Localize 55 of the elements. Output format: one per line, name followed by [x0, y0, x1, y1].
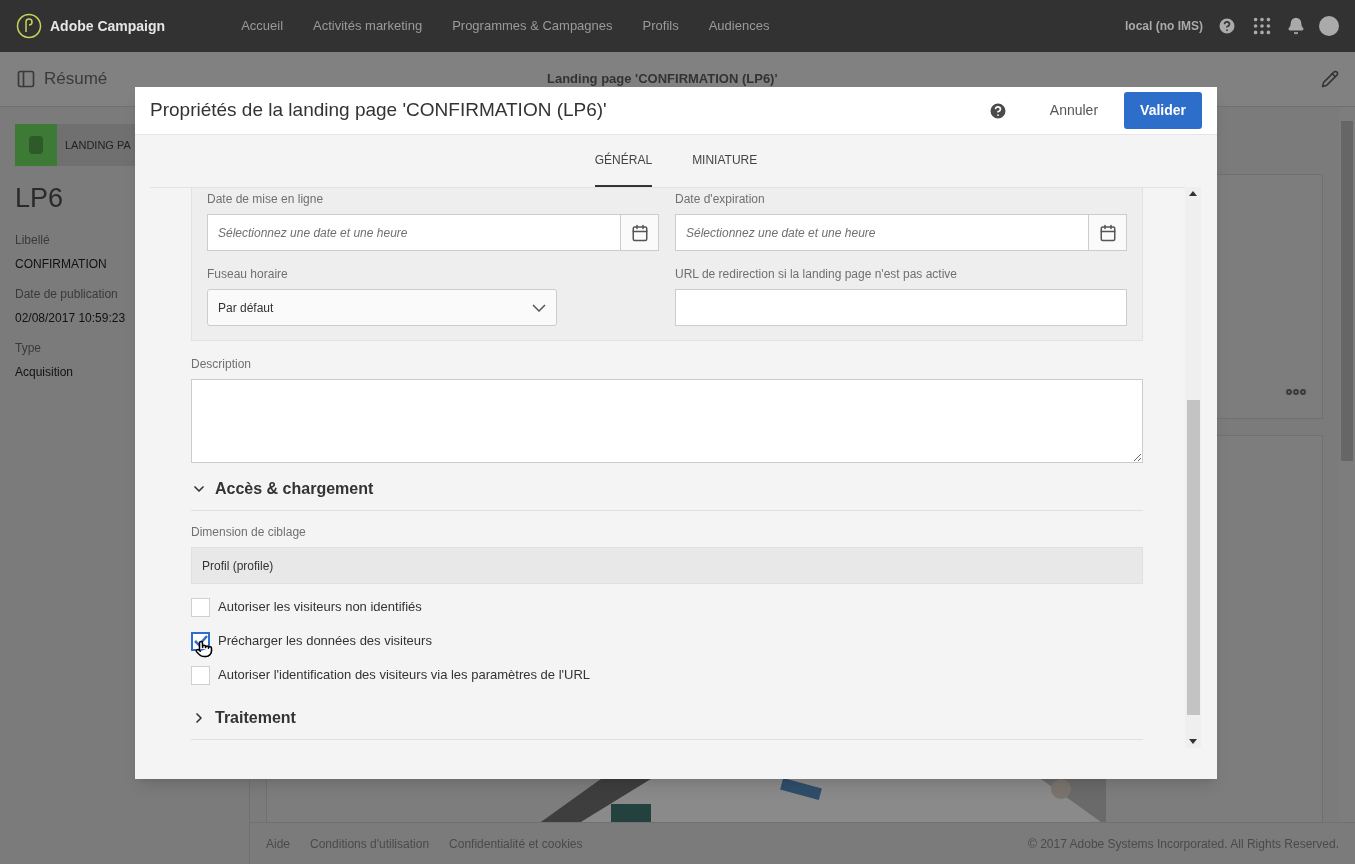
field-label: Date de publication: [15, 285, 118, 303]
logo-icon: [16, 13, 42, 39]
apps-grid-icon[interactable]: [1251, 15, 1273, 37]
description-field[interactable]: [191, 379, 1143, 463]
edit-icon[interactable]: [1321, 70, 1339, 88]
calendar-button[interactable]: [1088, 215, 1126, 250]
page-title[interactable]: Landing page 'CONFIRMATION (LP6)': [547, 69, 778, 89]
pointer-cursor-icon: [195, 640, 213, 658]
bell-icon[interactable]: [1287, 17, 1305, 35]
field-label: Dimension de ciblage: [191, 524, 307, 541]
calendar-button[interactable]: [620, 215, 658, 250]
field-label: Date d'expiration: [675, 191, 766, 208]
scroll-down-icon[interactable]: [1189, 739, 1197, 744]
timezone-dropdown[interactable]: Par défaut: [207, 289, 557, 326]
tab[interactable]: MINIATURE: [692, 135, 758, 187]
targeting-field: Profil (profile): [191, 547, 1143, 584]
field-label: Date de mise en ligne: [207, 191, 325, 208]
type-label: LANDING PA: [65, 137, 131, 153]
field-label: Fuseau horaire: [207, 266, 289, 283]
summary-title[interactable]: Résumé: [44, 66, 108, 92]
item-name: LP6: [15, 182, 64, 215]
field-label: Description: [191, 356, 253, 373]
calendar-icon: [630, 223, 649, 242]
scroll-up-icon[interactable]: [1189, 191, 1197, 196]
nav-link[interactable]: Profils: [642, 16, 679, 36]
section-header[interactable]: Accès & chargement: [191, 467, 1143, 511]
field-label: Libellé: [15, 231, 50, 249]
checkbox-label: Autoriser l'identification des visiteurs via les paramètres de l'URL: [218, 666, 590, 685]
landing-page-icon: [15, 124, 57, 166]
avatar[interactable]: [1319, 16, 1339, 36]
calendar-icon: [1098, 223, 1117, 242]
section-header[interactable]: Traitement: [191, 696, 1143, 740]
field-value: CONFIRMATION: [15, 255, 107, 273]
scroll-thumb[interactable]: [1186, 400, 1200, 715]
section-title: Accès & chargement: [215, 478, 374, 499]
chevron-down-icon: [532, 303, 546, 312]
section-title: Traitement: [215, 707, 296, 728]
confirm-button[interactable]: Valider: [1124, 92, 1202, 129]
field-value: Acquisition: [15, 363, 74, 381]
brand-name: Adobe Campaign: [50, 16, 166, 36]
panel-icon[interactable]: [16, 69, 36, 89]
nav-link[interactable]: Programmes & Campagnes: [452, 16, 613, 36]
checkbox-label: Précharger les données des visiteurs: [218, 632, 432, 651]
cancel-button[interactable]: Annuler: [1031, 92, 1117, 129]
field-value: 02/08/2017 10:59:23: [15, 309, 126, 327]
url-field[interactable]: [675, 289, 1127, 326]
help-icon[interactable]: [1217, 16, 1237, 36]
nav-link[interactable]: Accueil: [241, 16, 284, 36]
checkbox-label: Autoriser les visiteurs non identifiés: [218, 598, 422, 617]
instance-label: local (no IMS): [1125, 18, 1203, 35]
nav-link[interactable]: Audiences: [708, 16, 770, 36]
nav-link[interactable]: Activités marketing: [313, 16, 423, 36]
field-label: URL de redirection si la landing page n'est pas active: [675, 266, 958, 283]
dialog-title: Propriétés de la landing page 'CONFIRMATION (LP6)': [150, 98, 607, 123]
field-label: Type: [15, 339, 41, 357]
